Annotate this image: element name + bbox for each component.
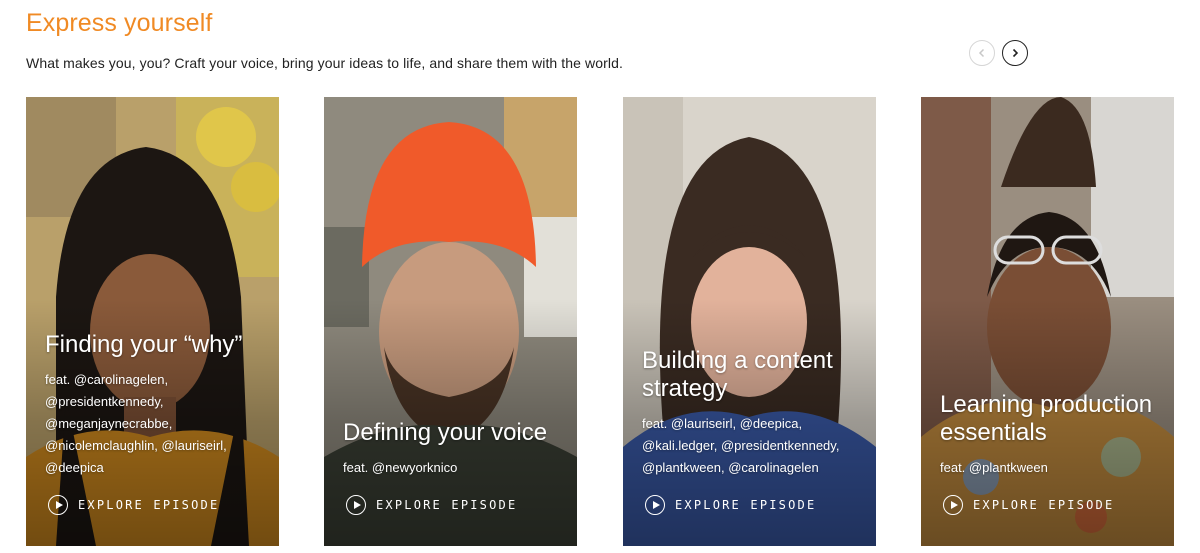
card-featuring: feat. @plantkween [940,460,1048,475]
card-text: Building a content strategy feat. @lauri… [642,347,864,513]
carousel-next-button[interactable] [1002,40,1028,66]
episode-card[interactable]: Finding your “why” feat. @carolinagelen,… [26,97,279,546]
card-title: Building a content strategy [642,347,833,402]
episode-card[interactable]: Building a content strategy feat. @lauri… [623,97,876,546]
card-title: Learning production essentials [940,391,1153,446]
chevron-right-icon [1012,48,1019,58]
explore-episode-button[interactable]: EXPLORE EPISODE [346,495,517,515]
explore-episode-label: EXPLORE EPISODE [78,498,220,512]
explore-episode-label: EXPLORE EPISODE [675,498,817,512]
play-icon [943,495,963,515]
explore-episode-button[interactable]: EXPLORE EPISODE [48,495,219,515]
explore-episode-button[interactable]: EXPLORE EPISODE [943,495,1114,515]
episode-card[interactable]: Defining your voice feat. @newyorknico E… [324,97,577,546]
section-subtitle: What makes you, you? Craft your voice, b… [26,55,624,71]
chevron-left-icon [978,48,985,58]
section-title: Express yourself [26,9,213,37]
play-icon [346,495,366,515]
explore-episode-label: EXPLORE EPISODE [376,498,518,512]
card-title: Finding your “why” [45,331,243,358]
card-featuring: feat. @lauriseirl, @deepica, @kali.ledge… [642,416,840,475]
play-icon [48,495,68,515]
card-featuring: feat. @carolinagelen, @presidentkennedy,… [45,372,227,475]
card-text: Finding your “why” feat. @carolinagelen,… [45,331,267,513]
card-featuring: feat. @newyorknico [343,460,458,475]
explore-episode-label: EXPLORE EPISODE [973,498,1115,512]
explore-episode-button[interactable]: EXPLORE EPISODE [645,495,816,515]
card-title: Defining your voice [343,419,548,446]
episode-card[interactable]: Learning production essentials feat. @pl… [921,97,1174,546]
carousel-prev-button[interactable] [969,40,995,66]
play-icon [645,495,665,515]
